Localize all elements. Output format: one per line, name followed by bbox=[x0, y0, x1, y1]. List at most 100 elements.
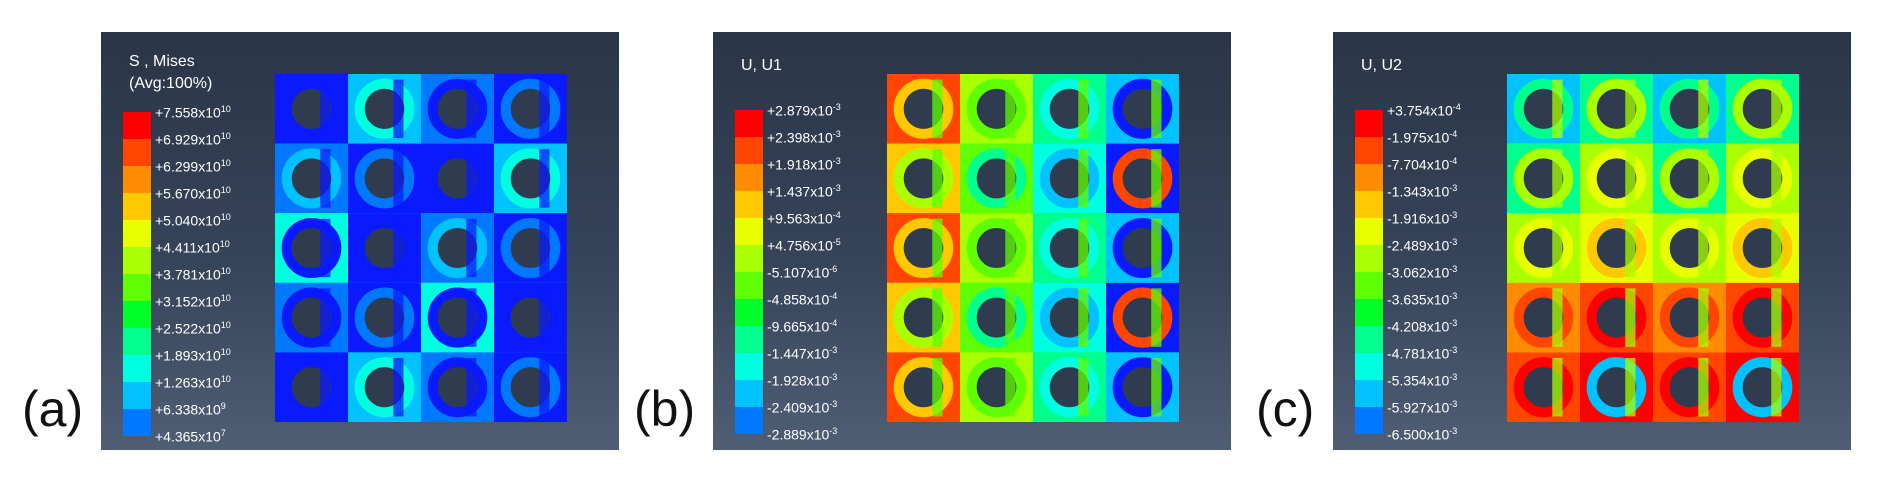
color-swatch bbox=[735, 272, 763, 299]
lattice-strut bbox=[539, 218, 550, 278]
lattice-strut bbox=[1771, 79, 1782, 139]
lattice-strut bbox=[320, 149, 331, 208]
lattice-strut bbox=[1552, 288, 1563, 347]
color-bar-b bbox=[735, 110, 763, 434]
lattice-strut bbox=[1005, 149, 1016, 208]
color-swatch bbox=[735, 407, 763, 434]
color-swatch bbox=[123, 112, 151, 139]
lattice-strut bbox=[466, 149, 477, 208]
color-swatch bbox=[1355, 326, 1383, 353]
lattice-strut bbox=[1698, 218, 1709, 278]
legend-subtitle-a: (Avg:100%) bbox=[129, 75, 213, 92]
lattice-strut bbox=[1625, 149, 1636, 208]
color-swatch bbox=[123, 382, 151, 409]
lattice-strut bbox=[1078, 79, 1089, 139]
contour-plot-c bbox=[1507, 74, 1799, 422]
color-swatch bbox=[123, 301, 151, 328]
color-swatch bbox=[123, 409, 151, 436]
lattice-strut bbox=[320, 288, 331, 347]
lattice-strut bbox=[1771, 357, 1782, 417]
color-swatch bbox=[1355, 110, 1383, 137]
lattice-strut bbox=[539, 357, 550, 417]
lattice-strut bbox=[1078, 149, 1089, 208]
panel-tag-c: (c) bbox=[1256, 381, 1315, 437]
color-swatch bbox=[1355, 245, 1383, 272]
color-swatch bbox=[123, 274, 151, 301]
color-swatch bbox=[1355, 299, 1383, 326]
lattice-strut bbox=[932, 79, 943, 139]
lattice-strut bbox=[1005, 288, 1016, 347]
color-swatch bbox=[123, 328, 151, 355]
lattice-strut bbox=[1698, 79, 1709, 139]
lattice-strut bbox=[466, 218, 477, 278]
color-swatch bbox=[1355, 353, 1383, 380]
lattice-strut bbox=[1771, 218, 1782, 278]
lattice-strut bbox=[1005, 357, 1016, 417]
lattice-strut bbox=[932, 149, 943, 208]
lattice-strut bbox=[320, 357, 331, 417]
color-swatch bbox=[1355, 218, 1383, 245]
legend-title-c: U, U2 bbox=[1361, 57, 1402, 74]
lattice-strut bbox=[1698, 288, 1709, 347]
lattice-strut bbox=[393, 357, 404, 417]
lattice-strut bbox=[1698, 149, 1709, 208]
color-swatch bbox=[735, 353, 763, 380]
lattice-strut bbox=[320, 79, 331, 139]
color-swatch bbox=[1355, 272, 1383, 299]
lattice-strut bbox=[1698, 357, 1709, 417]
lattice-strut bbox=[1552, 79, 1563, 139]
lattice-strut bbox=[1552, 149, 1563, 208]
lattice-strut bbox=[1151, 357, 1162, 417]
lattice-strut bbox=[1625, 357, 1636, 417]
color-swatch bbox=[1355, 380, 1383, 407]
color-swatch bbox=[1355, 407, 1383, 434]
color-swatch bbox=[735, 137, 763, 164]
legend-title-b: U, U1 bbox=[741, 57, 782, 74]
lattice-strut bbox=[1005, 218, 1016, 278]
lattice-strut bbox=[539, 149, 550, 208]
lattice-strut bbox=[932, 218, 943, 278]
color-swatch bbox=[123, 139, 151, 166]
lattice-strut bbox=[1151, 218, 1162, 278]
lattice-strut bbox=[1552, 218, 1563, 278]
lattice-strut bbox=[932, 288, 943, 347]
lattice-strut bbox=[393, 218, 404, 278]
color-bar-a bbox=[123, 112, 151, 436]
color-swatch bbox=[1355, 191, 1383, 218]
lattice-strut bbox=[1151, 149, 1162, 208]
lattice-strut bbox=[932, 357, 943, 417]
lattice-strut bbox=[1625, 218, 1636, 278]
lattice-strut bbox=[1005, 79, 1016, 139]
color-bar-c bbox=[1355, 110, 1383, 434]
color-swatch bbox=[123, 220, 151, 247]
lattice-strut bbox=[466, 288, 477, 347]
lattice-strut bbox=[393, 79, 404, 139]
lattice-strut bbox=[1771, 288, 1782, 347]
color-swatch bbox=[735, 299, 763, 326]
lattice-strut bbox=[1625, 288, 1636, 347]
lattice-strut bbox=[1552, 357, 1563, 417]
lattice-strut bbox=[1771, 149, 1782, 208]
panel-tag-a: (a) bbox=[22, 381, 84, 437]
color-swatch bbox=[735, 245, 763, 272]
lattice-strut bbox=[393, 149, 404, 208]
panel-a: S , Mises (Avg:100%) +7.558x1010 +6.929x1… bbox=[101, 32, 619, 450]
panel-b: U, U1 +2.879x10-3 +2.398x10-3 +1.918x10-3 +… bbox=[713, 32, 1231, 450]
color-swatch bbox=[123, 166, 151, 193]
color-swatch bbox=[735, 326, 763, 353]
color-swatch bbox=[735, 218, 763, 245]
lattice-strut bbox=[466, 357, 477, 417]
lattice-strut bbox=[539, 79, 550, 139]
lattice-strut bbox=[320, 218, 331, 278]
color-swatch bbox=[735, 164, 763, 191]
lattice-strut bbox=[1151, 288, 1162, 347]
lattice-strut bbox=[393, 288, 404, 347]
lattice-strut bbox=[1078, 288, 1089, 347]
lattice-strut bbox=[1078, 218, 1089, 278]
lattice-strut bbox=[1078, 357, 1089, 417]
lattice-strut bbox=[1625, 79, 1636, 139]
color-swatch bbox=[735, 191, 763, 218]
color-swatch bbox=[1355, 137, 1383, 164]
color-swatch bbox=[123, 355, 151, 382]
lattice-strut bbox=[539, 288, 550, 347]
